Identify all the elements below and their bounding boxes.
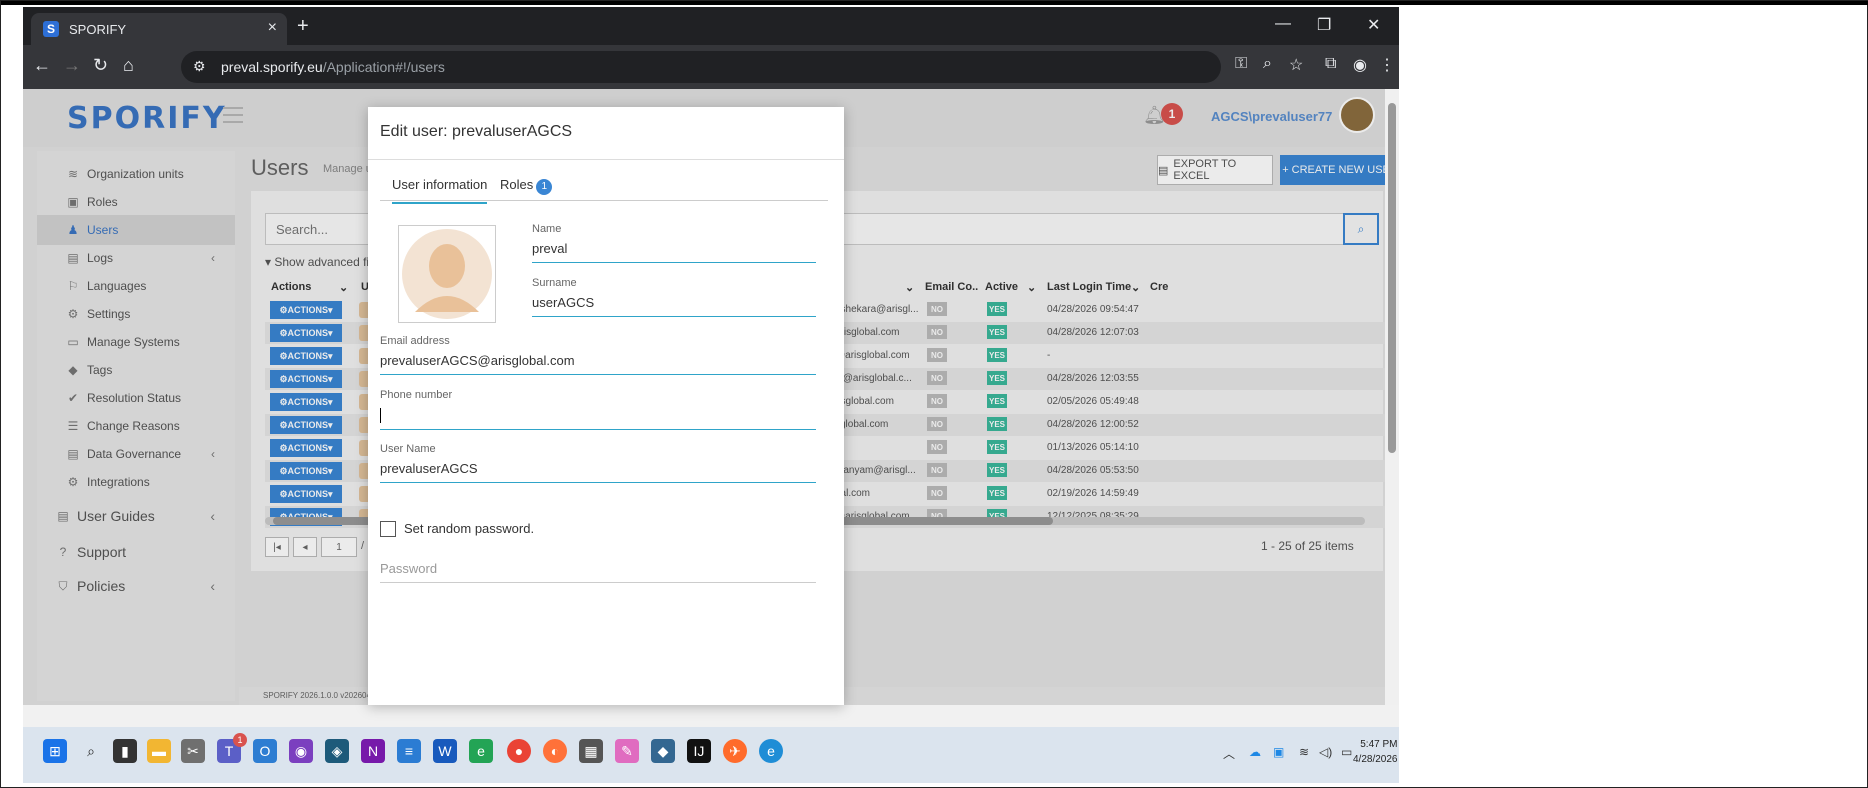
intellij-icon[interactable]: IJ — [687, 739, 711, 763]
home-icon[interactable]: ⌂ — [123, 55, 134, 76]
search-icon[interactable]: ⌕ — [79, 739, 103, 763]
tab-close-icon[interactable]: × — [268, 19, 277, 37]
word-icon[interactable]: W — [433, 739, 457, 763]
browser-tabbar: S SPORIFY × + — ❐ ✕ — [23, 7, 1399, 45]
reload-icon[interactable]: ↻ — [93, 55, 108, 76]
teams-badge: 1 — [233, 733, 247, 747]
phone-label: Phone number — [380, 389, 453, 401]
firefox-icon[interactable]: ◐ — [543, 739, 567, 763]
wifi-icon[interactable]: ≋ — [1299, 745, 1309, 759]
profile-photo[interactable] — [398, 225, 496, 323]
text-cursor — [380, 408, 381, 424]
surname-field[interactable]: Surname userAGCS — [532, 277, 816, 317]
window-close-icon[interactable]: ✕ — [1367, 15, 1380, 35]
email-field[interactable]: Email address prevaluserAGCS@arisglobal.… — [380, 335, 816, 375]
notepad-icon[interactable]: ≡ — [397, 739, 421, 763]
phone-input[interactable] — [380, 407, 816, 431]
browser-tab[interactable]: S SPORIFY × — [31, 13, 287, 45]
screenshot-frame: S SPORIFY × + — ❐ ✕ ← → ↻ ⌂ ⚙ preval.spo… — [0, 0, 1868, 788]
snipping-tool-icon[interactable]: ✂ — [181, 739, 205, 763]
postgres-icon[interactable]: ◆ — [651, 739, 675, 763]
onedrive-icon[interactable]: ☁ — [1249, 745, 1261, 759]
password-input[interactable]: Password — [380, 561, 816, 583]
edge-dev-icon[interactable]: e — [469, 739, 493, 763]
paint-icon[interactable]: ✎ — [615, 739, 639, 763]
email-label: Email address — [380, 335, 450, 347]
url-path: /Application#!/users — [322, 59, 445, 75]
windows-taskbar: ⊞ ⌕ ▮ ▬ ✂ T1 O ◉ ◈ N ≡ W e ● ◐ ▦ ✎ ◆ IJ … — [23, 727, 1399, 783]
app-icon[interactable]: ◈ — [325, 739, 349, 763]
battery-icon[interactable]: ▭ — [1341, 745, 1352, 759]
forward-icon[interactable]: → — [63, 55, 81, 76]
name-field[interactable]: Name preval — [532, 223, 816, 263]
username-field[interactable]: User Name prevaluserAGCS — [380, 443, 816, 483]
sporify-favicon-icon: S — [43, 21, 59, 37]
extensions-icon[interactable]: ⧉ — [1325, 55, 1336, 73]
new-tab-icon[interactable]: + — [297, 15, 309, 38]
chrome-icon[interactable]: ● — [507, 739, 531, 763]
onenote-icon[interactable]: N — [361, 739, 385, 763]
tab-title: SPORIFY — [69, 21, 127, 37]
file-explorer-icon[interactable]: ▬ — [147, 739, 171, 763]
email-input[interactable]: prevaluserAGCS@arisglobal.com — [380, 353, 816, 375]
tab-roles[interactable]: Roles 1 — [500, 177, 553, 195]
github-icon[interactable]: ◉ — [289, 739, 313, 763]
task-view-icon[interactable]: ▮ — [113, 739, 137, 763]
profile-icon[interactable]: ◉ — [1353, 55, 1367, 75]
security-icon[interactable]: ▣ — [1273, 745, 1284, 759]
outlook-icon[interactable]: O — [253, 739, 277, 763]
clock-date: 4/28/2026 — [1353, 754, 1398, 765]
menu-kebab-icon[interactable]: ⋮ — [1379, 55, 1395, 75]
default-avatar-icon — [402, 229, 492, 319]
random-password-checkbox[interactable] — [380, 521, 396, 537]
edit-user-modal: Edit user: prevaluserAGCS User informati… — [368, 107, 844, 705]
roles-count-badge: 1 — [536, 179, 553, 195]
browser-toolbar: ← → ↻ ⌂ ⚙ preval.sporify.eu/Application#… — [23, 45, 1399, 89]
username-label: User Name — [380, 443, 436, 455]
page-vertical-scrollbar[interactable] — [1385, 89, 1399, 705]
key-icon[interactable]: ⚿ — [1235, 55, 1247, 73]
edge-icon[interactable]: e — [759, 739, 783, 763]
clock-time: 5:47 PM — [1360, 739, 1398, 750]
chevron-up-icon[interactable]: ︿ — [1223, 745, 1235, 762]
tabs-underline — [380, 200, 828, 201]
modal-divider — [368, 159, 844, 160]
name-input[interactable]: preval — [532, 241, 816, 263]
system-clock[interactable]: 5:47 PM 4/28/2026 — [1353, 737, 1398, 767]
name-label: Name — [532, 223, 562, 235]
start-icon[interactable]: ⊞ — [43, 739, 67, 763]
surname-label: Surname — [532, 277, 577, 289]
url-host: preval.sporify.eu — [221, 59, 323, 75]
minimize-icon[interactable]: — — [1275, 15, 1291, 33]
back-icon[interactable]: ← — [33, 55, 51, 76]
desktop-screen: S SPORIFY × + — ❐ ✕ ← → ↻ ⌂ ⚙ preval.spo… — [23, 7, 1399, 783]
volume-icon[interactable]: ◁) — [1319, 745, 1332, 759]
surname-input[interactable]: userAGCS — [532, 295, 816, 317]
address-bar[interactable]: ⚙ preval.sporify.eu/Application#!/users — [181, 51, 1221, 83]
calculator-icon[interactable]: ▦ — [579, 739, 603, 763]
zoom-icon[interactable]: ⌕ — [1263, 55, 1272, 73]
scrollbar-thumb[interactable] — [1388, 103, 1396, 453]
restore-icon[interactable]: ❐ — [1317, 15, 1331, 35]
username-input[interactable]: prevaluserAGCS — [380, 461, 816, 483]
top-border — [1, 1, 1868, 5]
postman-icon[interactable]: ✈ — [723, 739, 747, 763]
phone-field[interactable]: Phone number — [380, 389, 816, 431]
teams-icon[interactable]: T1 — [217, 733, 247, 763]
modal-title: Edit user: prevaluserAGCS — [380, 123, 573, 140]
bookmark-star-icon[interactable]: ☆ — [1289, 55, 1303, 75]
site-settings-icon[interactable]: ⚙ — [193, 58, 206, 75]
random-password-label[interactable]: Set random password. — [404, 521, 534, 536]
